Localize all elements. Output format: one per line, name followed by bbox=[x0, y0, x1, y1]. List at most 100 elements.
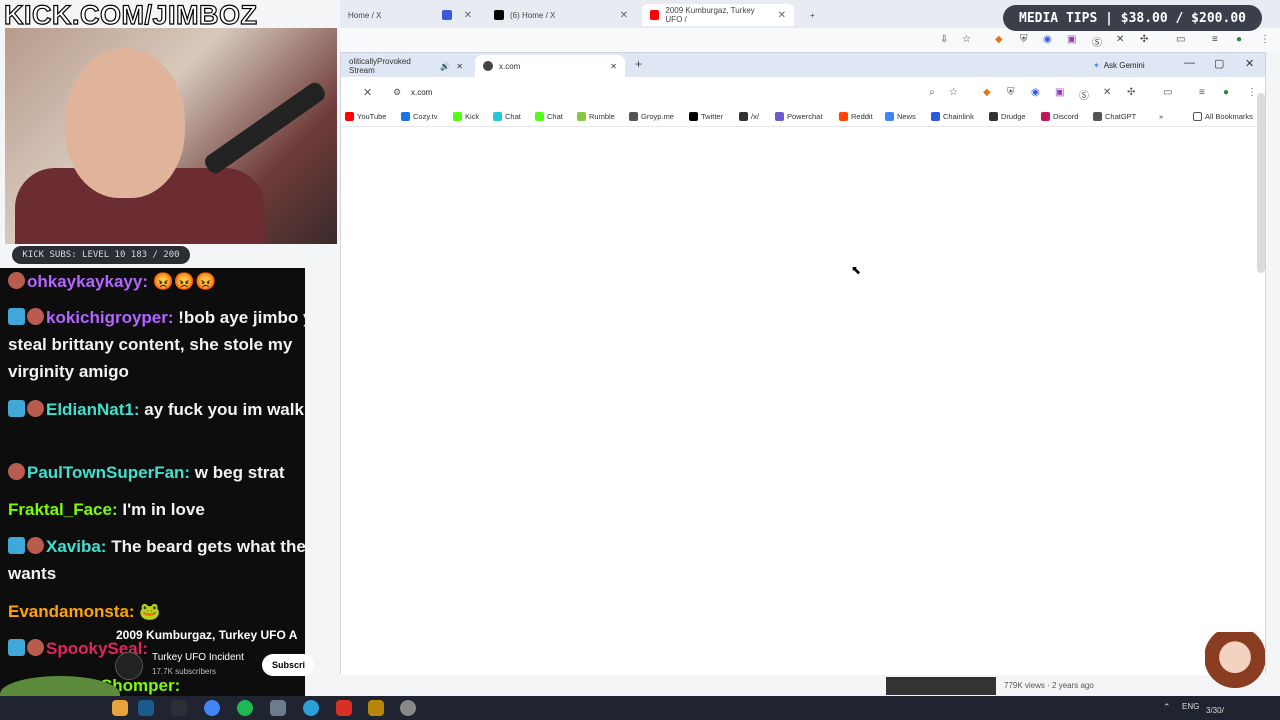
bookmark-chat-2[interactable]: Chat bbox=[535, 112, 563, 121]
maximize-icon[interactable]: ▢ bbox=[1214, 57, 1224, 70]
bg-tab-label: (6) Home / X bbox=[510, 10, 556, 20]
chat-text: I'm in love bbox=[117, 500, 205, 519]
s-icon[interactable]: Ⓢ bbox=[1092, 34, 1102, 49]
close-icon[interactable]: ✕ bbox=[464, 10, 472, 21]
speaker-icon[interactable]: 🔊 bbox=[440, 62, 450, 71]
channel-avatar[interactable] bbox=[115, 652, 143, 680]
shield-icon[interactable]: ⛨ bbox=[1020, 34, 1028, 45]
puzzle-icon[interactable]: ✣ bbox=[1140, 34, 1148, 45]
menu-icon[interactable]: ⋮ bbox=[1260, 34, 1270, 45]
new-tab-button[interactable]: + bbox=[635, 57, 642, 71]
tray-language[interactable]: ENG bbox=[1182, 702, 1199, 711]
profile-icon[interactable]: ● bbox=[1236, 34, 1242, 45]
chat-username: kokichigroyper: bbox=[46, 308, 174, 327]
bookmark-drudge[interactable]: Drudge bbox=[989, 112, 1026, 121]
bookmark-chatgpt[interactable]: ChatGPT bbox=[1093, 112, 1136, 121]
bookmark-label: Powerchat bbox=[787, 112, 823, 121]
grid-icon bbox=[739, 112, 748, 121]
ext-icon[interactable]: ▣ bbox=[1055, 87, 1064, 98]
chrome-icon[interactable] bbox=[204, 700, 220, 716]
webcam-feed bbox=[5, 28, 337, 244]
cast-icon bbox=[441, 10, 452, 20]
close-icon[interactable]: ✕ bbox=[778, 10, 786, 21]
app-icon[interactable] bbox=[270, 700, 286, 716]
more-bookmarks-icon[interactable]: » bbox=[1159, 112, 1163, 121]
ext-icon[interactable]: ▣ bbox=[1067, 34, 1076, 45]
tray-chevron-icon[interactable]: ⌃ bbox=[1163, 702, 1173, 712]
bookmark-news[interactable]: News bbox=[885, 112, 916, 121]
subscribe-button[interactable]: Subscri bbox=[262, 654, 314, 676]
terminal-icon[interactable] bbox=[171, 700, 187, 716]
bookmark-groyp[interactable]: Groyp.me bbox=[629, 112, 674, 121]
profile-icon[interactable]: ● bbox=[1223, 87, 1229, 98]
folder-icon bbox=[1193, 112, 1202, 121]
bg-tab-home-x[interactable]: Home / X ✕ bbox=[340, 4, 480, 26]
metamask-icon[interactable]: ◆ bbox=[983, 87, 991, 98]
media-icon[interactable]: ≡ bbox=[1199, 87, 1205, 98]
bookmark-label: ChatGPT bbox=[1105, 112, 1137, 121]
star-icon[interactable]: ☆ bbox=[949, 87, 958, 98]
close-icon[interactable]: ✕ bbox=[620, 10, 628, 21]
close-icon[interactable]: ✕ bbox=[610, 62, 617, 71]
bookmark-kick[interactable]: Kick bbox=[453, 112, 479, 121]
bookmark-discord[interactable]: Discord bbox=[1041, 112, 1078, 121]
site-info-icon[interactable]: ⚙ bbox=[393, 87, 401, 98]
page-content[interactable]: ⬉ bbox=[341, 127, 1265, 675]
bookmark-twitter[interactable]: Twitter bbox=[689, 112, 723, 121]
address-bar[interactable]: x.com bbox=[411, 88, 432, 97]
bookmark-label: Chat bbox=[547, 112, 563, 121]
media-tips-bar: MEDIA TIPS | $38.00 / $200.00 bbox=[1003, 5, 1262, 31]
telegram-icon[interactable] bbox=[303, 700, 319, 716]
star-icon[interactable]: ☆ bbox=[962, 34, 971, 45]
menu-icon[interactable]: ⋮ bbox=[1247, 87, 1257, 98]
channel-name[interactable]: Turkey UFO Incident bbox=[152, 652, 244, 663]
bookmark-youtube[interactable]: YouTube bbox=[345, 112, 386, 121]
bg-tab-ufo[interactable]: 2009 Kumburgaz, Turkey UFO / ✕ bbox=[642, 4, 794, 26]
bg-tab-home-x-6[interactable]: (6) Home / X ✕ bbox=[486, 4, 636, 26]
spotify-icon[interactable] bbox=[237, 700, 253, 716]
zoom-icon[interactable]: ⌕ bbox=[929, 87, 935, 98]
install-icon[interactable]: ⇩ bbox=[940, 34, 948, 45]
bookmark-x-board[interactable]: /x/ bbox=[739, 112, 759, 121]
x-ext-icon[interactable]: ✕ bbox=[1103, 87, 1111, 98]
puzzle-icon[interactable]: ✣ bbox=[1127, 87, 1135, 98]
scrollbar[interactable] bbox=[1257, 93, 1265, 273]
bookmarks-bar: YouTube Cozy.tv Kick Chat Chat Rumble Gr… bbox=[341, 109, 1265, 127]
app-icon-3[interactable] bbox=[400, 700, 416, 716]
bookmark-chat-1[interactable]: Chat bbox=[493, 112, 521, 121]
file-explorer-icon[interactable] bbox=[112, 700, 128, 716]
audio-ext-icon[interactable]: ◉ bbox=[1043, 34, 1052, 45]
x-ext-icon[interactable]: ✕ bbox=[1116, 34, 1124, 45]
tab-stream[interactable]: oliticallyProvoked Stream 🔊 ✕ bbox=[341, 55, 471, 77]
bookmark-rumble[interactable]: Rumble bbox=[577, 112, 615, 121]
close-window-icon[interactable]: ✕ bbox=[1245, 57, 1254, 70]
chainlink-icon bbox=[931, 112, 940, 121]
close-icon[interactable]: ✕ bbox=[456, 62, 463, 71]
chat-username: EldianNat1: bbox=[46, 400, 140, 419]
bookmark-reddit[interactable]: Reddit bbox=[839, 112, 873, 121]
media-icon[interactable]: ≡ bbox=[1212, 34, 1218, 45]
metamask-icon[interactable]: ◆ bbox=[995, 34, 1003, 45]
stop-loading-icon[interactable]: ✕ bbox=[363, 86, 372, 99]
new-tab-icon[interactable]: + bbox=[802, 4, 823, 26]
shield-icon[interactable]: ⛨ bbox=[1007, 87, 1015, 98]
bookmark-powerchat[interactable]: Powerchat bbox=[775, 112, 822, 121]
tab-x-com[interactable]: x.com ✕ bbox=[475, 55, 625, 77]
ask-gemini-button[interactable]: ✦ Ask Gemini bbox=[1093, 57, 1145, 73]
bookmark-cozy[interactable]: Cozy.tv bbox=[401, 112, 437, 121]
obs-icon[interactable] bbox=[336, 700, 352, 716]
chat-username: Fraktal_Face: bbox=[8, 500, 118, 519]
minimize-icon[interactable]: — bbox=[1184, 57, 1195, 69]
all-bookmarks[interactable]: All Bookmarks bbox=[1193, 112, 1253, 121]
audio-ext-icon[interactable]: ◉ bbox=[1031, 87, 1040, 98]
app-icon-2[interactable] bbox=[368, 700, 384, 716]
sub-badge-icon bbox=[27, 400, 44, 417]
s-icon[interactable]: Ⓢ bbox=[1079, 87, 1089, 102]
screen-icon[interactable]: ▭ bbox=[1176, 34, 1185, 45]
bookmark-chainlink[interactable]: Chainlink bbox=[931, 112, 974, 121]
tray-date[interactable]: 3/30/ bbox=[1206, 706, 1224, 715]
screen-icon[interactable]: ▭ bbox=[1163, 87, 1172, 98]
chat-username: ohkaykaykayy: bbox=[27, 272, 148, 291]
steam-icon[interactable] bbox=[138, 700, 154, 716]
kick-icon bbox=[453, 112, 462, 121]
